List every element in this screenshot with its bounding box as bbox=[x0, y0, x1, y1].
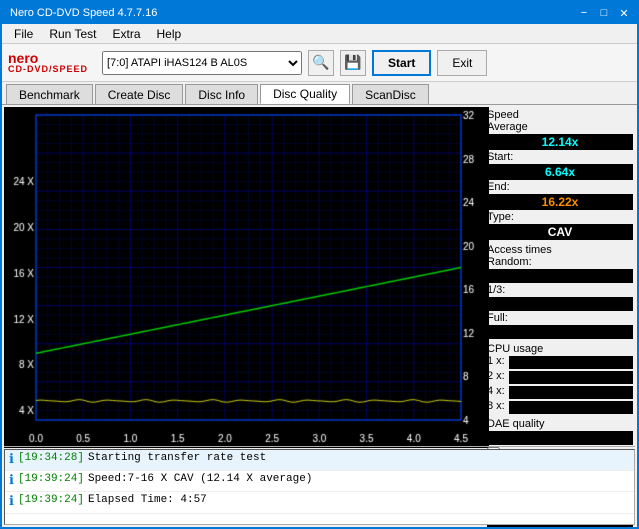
chart-panel-area: Speed Average 12.14x Start: 6.64x End: 1… bbox=[2, 105, 637, 446]
nero-text: nero bbox=[8, 51, 88, 65]
log-row-0: ℹ [19:34:28] Starting transfer rate test bbox=[5, 450, 634, 471]
window-controls: − □ ✕ bbox=[575, 5, 633, 21]
content-area: Speed Average 12.14x Start: 6.64x End: 1… bbox=[2, 105, 637, 527]
cpu-8x-value bbox=[509, 401, 633, 414]
toolbar-save-button[interactable]: 💾 bbox=[340, 50, 366, 76]
toolbar-arrow-button[interactable]: 🔍 bbox=[308, 50, 334, 76]
tab-scan-disc[interactable]: ScanDisc bbox=[352, 84, 429, 104]
cpu-title: CPU usage bbox=[487, 343, 633, 355]
cpu-section: CPU usage 1 x: 2 x: 4 x: 8 x: bbox=[487, 343, 633, 415]
log-timestamp-1: [19:39:24] bbox=[18, 472, 84, 487]
cpu-8x-row: 8 x: bbox=[487, 400, 633, 415]
dae-title: DAE quality bbox=[487, 418, 633, 430]
device-select[interactable]: [7:0] ATAPI iHAS124 B AL0S bbox=[102, 51, 302, 75]
cpu-8x-label: 8 x: bbox=[487, 400, 505, 415]
random-value bbox=[487, 269, 633, 283]
tab-create-disc[interactable]: Create Disc bbox=[95, 84, 184, 104]
tab-disc-quality[interactable]: Disc Quality bbox=[260, 84, 350, 104]
menubar: File Run Test Extra Help bbox=[2, 24, 637, 44]
full-label: Full: bbox=[487, 312, 633, 324]
menu-run-test[interactable]: Run Test bbox=[41, 24, 104, 43]
access-times-section: Access times Random: 1/3: Full: bbox=[487, 244, 633, 340]
divider bbox=[4, 446, 635, 447]
average-value: 12.14x bbox=[487, 134, 633, 150]
chart-wrapper bbox=[2, 105, 487, 446]
one-third-value bbox=[487, 297, 633, 311]
end-label: End: bbox=[487, 181, 633, 193]
titlebar: Nero CD-DVD Speed 4.7.7.16 − □ ✕ bbox=[2, 2, 637, 24]
window-title: Nero CD-DVD Speed 4.7.7.16 bbox=[6, 7, 157, 19]
log-row-2: ℹ [19:39:24] Elapsed Time: 4:57 bbox=[5, 492, 634, 513]
menu-file[interactable]: File bbox=[6, 24, 41, 43]
access-times-title: Access times bbox=[487, 244, 633, 256]
log-icon-2: ℹ bbox=[9, 493, 14, 511]
menu-help[interactable]: Help bbox=[149, 24, 190, 43]
cpu-2x-row: 2 x: bbox=[487, 370, 633, 385]
log-text-1: Speed:7-16 X CAV (12.14 X average) bbox=[88, 472, 312, 487]
type-value: CAV bbox=[487, 224, 633, 240]
dae-value bbox=[487, 431, 633, 445]
nero-logo: nero CD-DVD/SPEED bbox=[8, 51, 88, 74]
random-label: Random: bbox=[487, 256, 633, 268]
log-row-1: ℹ [19:39:24] Speed:7-16 X CAV (12.14 X a… bbox=[5, 471, 634, 492]
cpu-4x-label: 4 x: bbox=[487, 385, 505, 400]
log-area: ℹ [19:34:28] Starting transfer rate test… bbox=[4, 449, 635, 525]
tab-disc-info[interactable]: Disc Info bbox=[185, 84, 258, 104]
cpu-1x-value bbox=[509, 356, 633, 369]
tab-benchmark[interactable]: Benchmark bbox=[6, 84, 93, 104]
exit-button[interactable]: Exit bbox=[437, 50, 487, 76]
app-window: Nero CD-DVD Speed 4.7.7.16 − □ ✕ File Ru… bbox=[0, 0, 639, 529]
cd-dvd-speed-text: CD-DVD/SPEED bbox=[8, 65, 88, 74]
full-value bbox=[487, 325, 633, 339]
average-label: Average bbox=[487, 121, 633, 133]
cpu-4x-row: 4 x: bbox=[487, 385, 633, 400]
speed-title: Speed bbox=[487, 109, 633, 121]
log-icon-0: ℹ bbox=[9, 451, 14, 469]
maximize-button[interactable]: □ bbox=[595, 5, 613, 21]
cpu-1x-row: 1 x: bbox=[487, 355, 633, 370]
speed-chart bbox=[4, 107, 489, 448]
log-icon-1: ℹ bbox=[9, 472, 14, 490]
toolbar: nero CD-DVD/SPEED [7:0] ATAPI iHAS124 B … bbox=[2, 44, 637, 82]
start-button[interactable]: Start bbox=[372, 50, 431, 76]
cpu-2x-label: 2 x: bbox=[487, 370, 505, 385]
start-label: Start: bbox=[487, 151, 633, 163]
log-timestamp-0: [19:34:28] bbox=[18, 451, 84, 466]
speed-section: Speed Average 12.14x Start: 6.64x End: 1… bbox=[487, 109, 633, 241]
cpu-4x-value bbox=[509, 386, 633, 399]
one-third-label: 1/3: bbox=[487, 284, 633, 296]
end-value: 16.22x bbox=[487, 194, 633, 210]
minimize-button[interactable]: − bbox=[575, 5, 593, 21]
cpu-2x-value bbox=[509, 371, 633, 384]
right-panel: Speed Average 12.14x Start: 6.64x End: 1… bbox=[487, 105, 637, 446]
log-timestamp-2: [19:39:24] bbox=[18, 493, 84, 508]
menu-extra[interactable]: Extra bbox=[104, 24, 148, 43]
tabs-bar: Benchmark Create Disc Disc Info Disc Qua… bbox=[2, 82, 637, 105]
log-text-0: Starting transfer rate test bbox=[88, 451, 266, 466]
log-text-2: Elapsed Time: 4:57 bbox=[88, 493, 207, 508]
start-value: 6.64x bbox=[487, 164, 633, 180]
cpu-1x-label: 1 x: bbox=[487, 355, 505, 370]
type-label: Type: bbox=[487, 211, 633, 223]
close-button[interactable]: ✕ bbox=[615, 5, 633, 21]
